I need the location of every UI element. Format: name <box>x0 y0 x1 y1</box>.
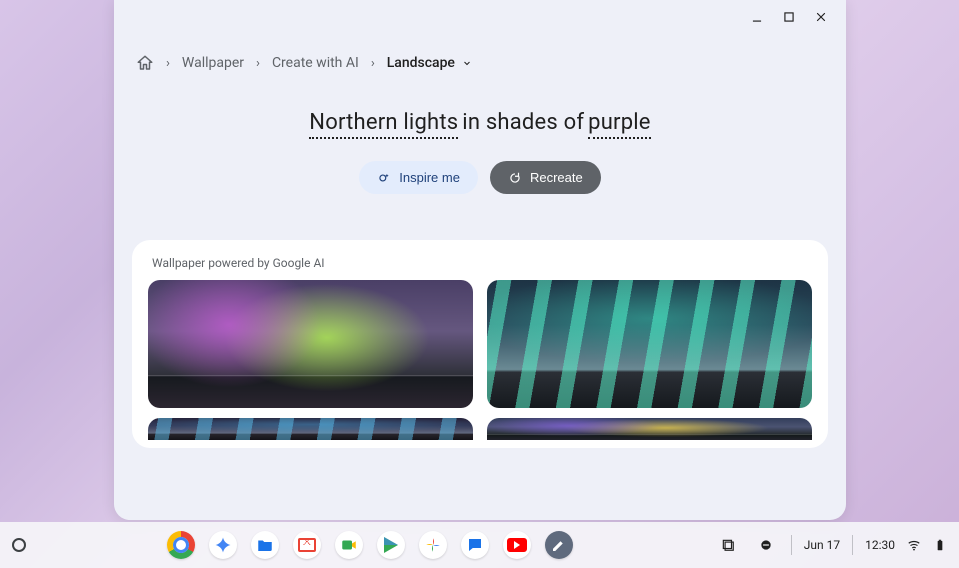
inspire-me-label: Inspire me <box>399 170 460 185</box>
window-close-button[interactable] <box>814 10 828 24</box>
results-card: Wallpaper powered by Google AI <box>132 240 828 448</box>
prompt-text: Northern lights in shades of purple <box>134 110 826 139</box>
wallpaper-result-2[interactable] <box>487 280 812 408</box>
results-grid-row2 <box>148 418 812 440</box>
overview-icon <box>721 538 735 552</box>
breadcrumb-wallpaper[interactable]: Wallpaper <box>182 55 244 71</box>
wallpaper-result-1[interactable] <box>148 280 473 408</box>
chevron-down-icon <box>461 57 473 69</box>
recreate-label: Recreate <box>530 170 583 185</box>
app-files[interactable] <box>251 531 279 559</box>
breadcrumb-create-with-ai[interactable]: Create with AI <box>272 55 359 71</box>
photos-icon <box>424 536 442 554</box>
wifi-icon <box>907 538 921 552</box>
wallpaper-app-window: › Wallpaper › Create with AI › Landscape… <box>114 0 846 520</box>
window-minimize-button[interactable] <box>750 10 764 24</box>
app-canvas[interactable] <box>545 531 573 559</box>
battery-icon <box>933 538 947 552</box>
notifications-button[interactable] <box>753 534 779 556</box>
chevron-right-icon: › <box>256 56 260 71</box>
app-chrome[interactable] <box>167 531 195 559</box>
results-grid <box>148 280 812 408</box>
sparkle-icon <box>377 171 391 185</box>
tray-divider <box>852 535 853 555</box>
tray-divider <box>791 535 792 555</box>
recreate-button[interactable]: Recreate <box>490 161 601 194</box>
window-maximize-button[interactable] <box>782 10 796 24</box>
app-play-store[interactable] <box>377 531 405 559</box>
pencil-icon <box>550 536 568 554</box>
app-photos[interactable] <box>419 531 447 559</box>
shelf-apps <box>167 531 573 559</box>
launcher-button[interactable] <box>12 538 26 552</box>
overview-button[interactable] <box>715 534 741 556</box>
wallpaper-result-3[interactable] <box>148 418 473 440</box>
inspire-me-button[interactable]: Inspire me <box>359 161 478 194</box>
home-icon[interactable] <box>136 54 154 72</box>
prompt-area: Northern lights in shades of purple Insp… <box>114 82 846 212</box>
chevron-right-icon: › <box>166 56 170 71</box>
window-titlebar <box>114 0 846 34</box>
chromeos-shelf: Jun 17 12:30 <box>0 522 959 568</box>
app-gmail[interactable] <box>293 531 321 559</box>
app-youtube[interactable] <box>503 531 531 559</box>
action-row: Inspire me Recreate <box>134 161 826 194</box>
app-gemini[interactable] <box>209 531 237 559</box>
breadcrumb: › Wallpaper › Create with AI › Landscape <box>114 34 846 82</box>
breadcrumb-current-label: Landscape <box>387 55 455 71</box>
prompt-connector: in shades of <box>458 110 588 135</box>
gemini-icon <box>214 536 232 554</box>
breadcrumb-current-dropdown[interactable]: Landscape <box>387 55 473 71</box>
folder-icon <box>256 536 274 554</box>
tray-date: Jun 17 <box>804 538 840 552</box>
refresh-icon <box>508 171 522 185</box>
results-card-label: Wallpaper powered by Google AI <box>152 256 812 270</box>
chevron-right-icon: › <box>371 56 375 71</box>
messages-icon <box>466 536 484 554</box>
app-meet[interactable] <box>335 531 363 559</box>
wallpaper-result-4[interactable] <box>487 418 812 440</box>
status-tray[interactable]: Jun 17 12:30 <box>715 534 947 556</box>
do-not-disturb-icon <box>759 538 773 552</box>
tray-time: 12:30 <box>865 538 895 552</box>
gmail-icon <box>298 538 316 552</box>
play-icon <box>384 537 398 553</box>
prompt-subject-slot[interactable]: Northern lights <box>309 110 458 139</box>
prompt-style-slot[interactable]: purple <box>588 110 651 139</box>
app-messages[interactable] <box>461 531 489 559</box>
youtube-icon <box>507 538 527 552</box>
meet-icon <box>340 536 358 554</box>
